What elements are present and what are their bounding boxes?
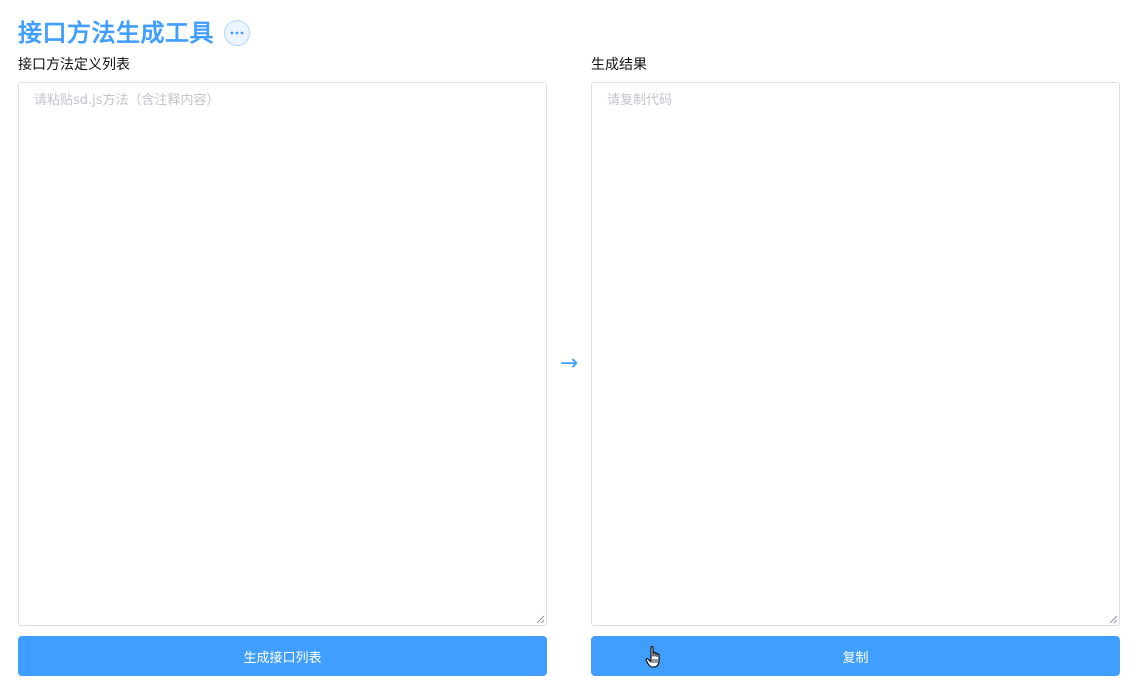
ellipsis-icon <box>230 31 244 35</box>
page-header: 接口方法生成工具 <box>18 16 250 50</box>
copy-button[interactable]: 复制 <box>591 636 1120 676</box>
result-output[interactable] <box>591 82 1120 626</box>
source-input[interactable] <box>18 82 547 626</box>
resize-handle-icon[interactable] <box>1109 615 1118 624</box>
generate-list-button[interactable]: 生成接口列表 <box>18 636 547 676</box>
source-list-label: 接口方法定义列表 <box>18 57 130 73</box>
result-label: 生成结果 <box>591 57 647 73</box>
arrow-right-icon: → <box>559 351 579 376</box>
more-options-button[interactable] <box>224 20 250 46</box>
page-title: 接口方法生成工具 <box>18 19 214 47</box>
resize-handle-icon[interactable] <box>536 615 545 624</box>
